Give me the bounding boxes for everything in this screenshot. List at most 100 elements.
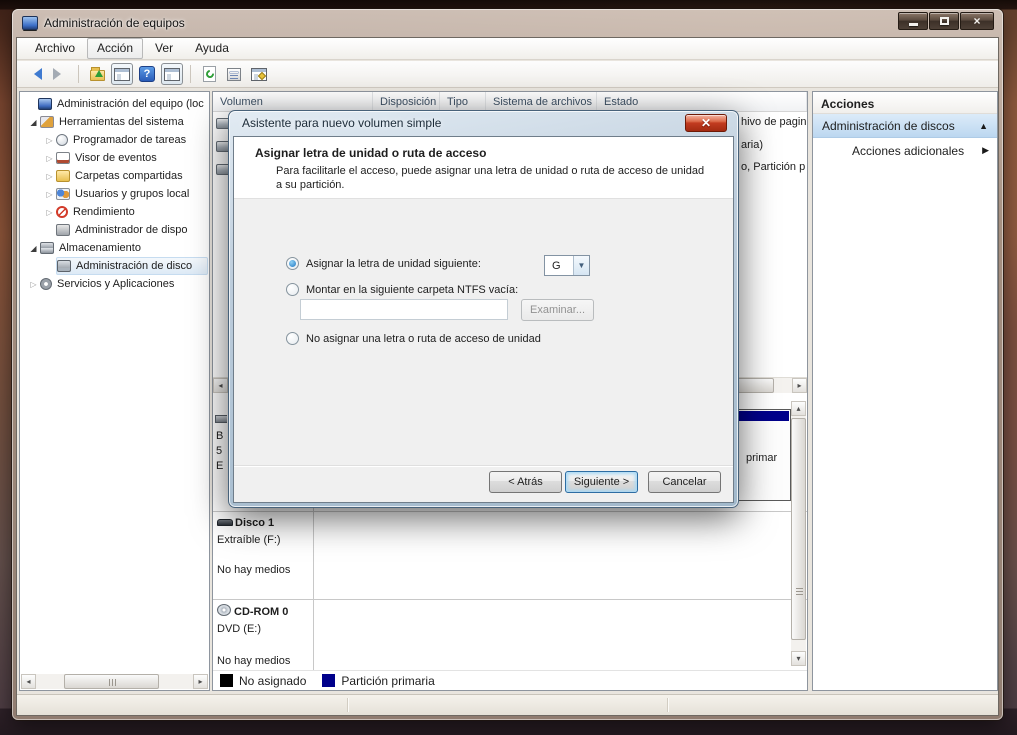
cdrom0-name[interactable]: CD-ROM 0 (234, 606, 288, 618)
back-button[interactable]: < Atrás (489, 471, 562, 493)
refresh-button[interactable] (198, 63, 220, 85)
chevron-collapsed-icon[interactable]: ▷ (43, 190, 56, 199)
task-scheduler-icon (56, 134, 68, 146)
export-icon (90, 70, 105, 81)
minimize-icon (909, 23, 918, 26)
properties-icon (227, 68, 241, 81)
help-button[interactable]: ? (136, 63, 158, 85)
help-icon: ? (139, 66, 155, 82)
tree-root[interactable]: Administración del equipo (loc (21, 95, 208, 113)
chevron-down-icon: ▼ (573, 256, 589, 275)
chevron-collapsed-icon[interactable]: ▷ (43, 172, 56, 181)
chevron-collapsed-icon[interactable]: ▷ (27, 280, 40, 289)
volume-list-header: Volumen Disposición Tipo Sistema de arch… (213, 92, 807, 112)
tree-item-programador[interactable]: ▷ Programador de tareas (21, 131, 208, 149)
new-simple-volume-wizard: Asistente para nuevo volumen simple ✕ As… (228, 110, 739, 508)
browse-button[interactable]: Examinar... (521, 299, 594, 321)
tree-item-servicios[interactable]: ▷ Servicios y Aplicaciones (21, 275, 208, 293)
status-bar (17, 694, 998, 715)
radio-assign-letter[interactable]: Asignar la letra de unidad siguiente: (286, 257, 481, 270)
console-tree-panel: Administración del equipo (loc ◢ Herrami… (19, 91, 210, 691)
menu-ver[interactable]: Ver (145, 38, 183, 59)
partition-legend: No asignado Partición primaria (213, 670, 807, 690)
tree-item-almacenamiento[interactable]: ◢ Almacenamiento (21, 239, 208, 257)
disk1-status: No hay medios (217, 564, 290, 576)
column-estado[interactable]: Estado (597, 92, 807, 111)
minimize-button[interactable] (898, 12, 928, 30)
column-volumen[interactable]: Volumen (213, 92, 373, 111)
menu-ayuda[interactable]: Ayuda (185, 38, 239, 59)
cdrom0-type: DVD (E:) (217, 623, 261, 635)
tree-item-usuarios[interactable]: ▷ Usuarios y grupos local (21, 185, 208, 203)
maximize-button[interactable] (929, 12, 959, 30)
action-pane-toggle-button[interactable] (161, 63, 183, 85)
menu-archivo[interactable]: Archivo (25, 38, 85, 59)
chevron-collapsed-icon[interactable]: ▷ (43, 136, 56, 145)
menu-accion[interactable]: Acción (87, 38, 143, 59)
column-disposicion[interactable]: Disposición (373, 92, 440, 111)
tree-item-carpetas[interactable]: ▷ Carpetas compartidas (21, 167, 208, 185)
radio-no-letter[interactable]: No asignar una letra o ruta de acceso de… (286, 332, 541, 345)
radio-mount-folder[interactable]: Montar en la siguiente carpeta NTFS vací… (286, 283, 518, 296)
new-window-button[interactable] (248, 63, 270, 85)
action-pane-icon (164, 68, 180, 81)
disk-view-vertical-scrollbar[interactable]: ▴ ▾ (791, 401, 806, 666)
refresh-icon (203, 66, 216, 82)
collapse-icon[interactable]: ▲ (979, 121, 988, 131)
drive-letter-dropdown[interactable]: G ▼ (544, 255, 590, 276)
device-manager-icon (56, 224, 70, 236)
tree-item-visor[interactable]: ▷ Visor de eventos (21, 149, 208, 167)
shared-folders-icon (56, 170, 70, 182)
back-button[interactable] (24, 63, 46, 85)
scrollbar-thumb[interactable] (64, 674, 159, 689)
disk1-name[interactable]: Disco 1 (235, 517, 274, 529)
disk0-label-clipped: B 5 E (216, 429, 223, 474)
window-title: Administración de equipos (44, 16, 185, 30)
chevron-expanded-icon[interactable]: ◢ (27, 118, 40, 127)
chevron-collapsed-icon[interactable]: ▷ (43, 154, 56, 163)
scroll-right-icon[interactable]: ▸ (193, 674, 208, 689)
radio-selected-icon[interactable] (286, 257, 299, 270)
scrollbar-thumb[interactable] (791, 418, 806, 640)
column-sistema-archivos[interactable]: Sistema de archivos (486, 92, 597, 111)
tree-root-label: Administración del equipo (loc (57, 98, 204, 110)
tree-item-administracion-discos[interactable]: Administración de disco (21, 257, 208, 275)
chevron-collapsed-icon[interactable]: ▷ (43, 208, 56, 217)
radio-unselected-icon[interactable] (286, 332, 299, 345)
actions-item-additional[interactable]: Acciones adicionales ▶ (813, 138, 997, 163)
cancel-button[interactable]: Cancelar (648, 471, 721, 493)
scroll-right-icon[interactable]: ▸ (792, 378, 807, 393)
console-tree-toggle-button[interactable] (111, 63, 133, 85)
chevron-expanded-icon[interactable]: ◢ (27, 244, 40, 253)
performance-icon (56, 206, 68, 218)
next-button[interactable]: Siguiente > (565, 471, 638, 493)
tree-item-herramientas[interactable]: ◢ Herramientas del sistema (21, 113, 208, 131)
submenu-arrow-icon: ▶ (982, 145, 989, 156)
drive-letter-value: G (545, 256, 573, 275)
close-icon: × (973, 14, 980, 28)
window-titlebar[interactable]: Administración de equipos × (12, 9, 1003, 37)
tree-item-rendimiento[interactable]: ▷ Rendimiento (21, 203, 208, 221)
estado-text-fragment: aria) (741, 139, 763, 151)
primary-partition-swatch (322, 674, 335, 687)
forward-button[interactable] (49, 63, 71, 85)
unallocated-swatch (220, 674, 233, 687)
actions-group-disk-management[interactable]: Administración de discos ▲ (813, 114, 997, 138)
legend-label: No asignado (239, 674, 306, 688)
export-button[interactable] (86, 63, 108, 85)
cdrom0-status: No hay medios (217, 655, 290, 667)
scroll-up-icon[interactable]: ▴ (791, 401, 806, 416)
radio-unselected-icon[interactable] (286, 283, 299, 296)
disk0-icon (215, 415, 227, 423)
column-tipo[interactable]: Tipo (440, 92, 486, 111)
wizard-close-button[interactable]: ✕ (685, 114, 727, 132)
tree-horizontal-scrollbar[interactable]: ◂ ▸ (21, 674, 208, 689)
close-button[interactable]: × (960, 12, 994, 30)
scroll-left-icon[interactable]: ◂ (21, 674, 36, 689)
scroll-down-icon[interactable]: ▾ (791, 651, 806, 666)
properties-button[interactable] (223, 63, 245, 85)
mount-path-input[interactable] (300, 299, 508, 320)
scroll-left-icon[interactable]: ◂ (213, 378, 228, 393)
storage-icon (40, 242, 54, 254)
tree-item-administrador-dispositivos[interactable]: Administrador de dispo (21, 221, 208, 239)
